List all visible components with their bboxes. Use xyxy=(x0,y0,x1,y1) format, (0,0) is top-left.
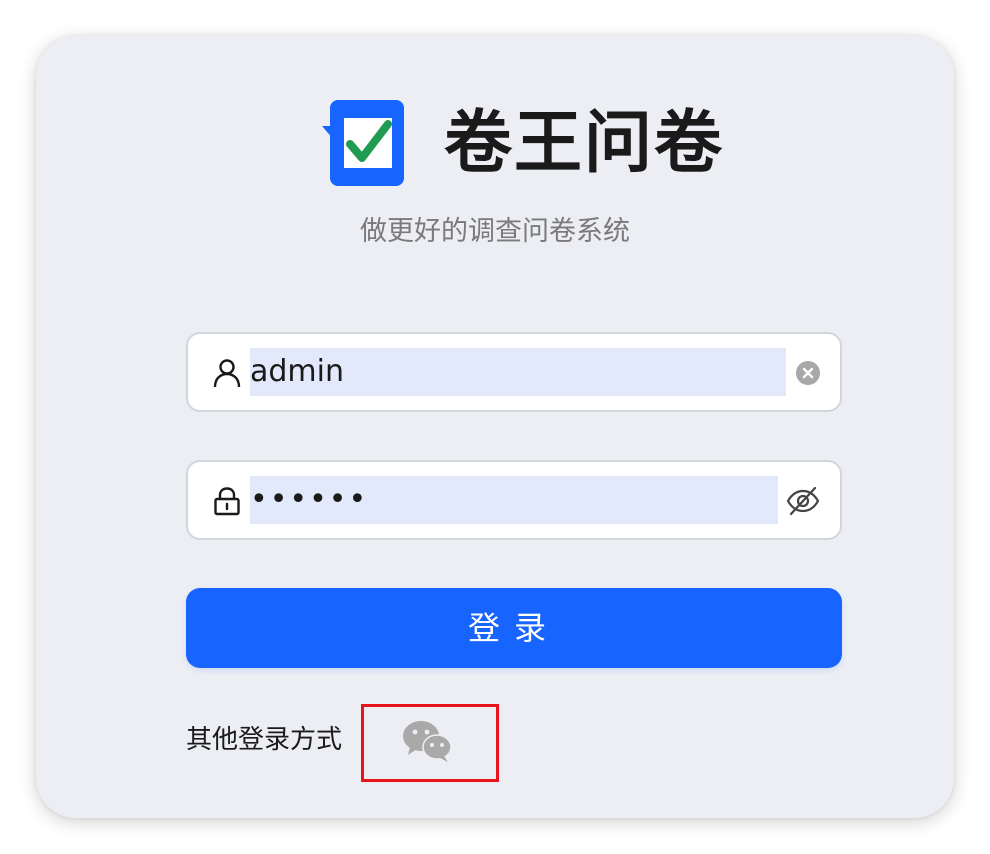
app-subtitle: 做更好的调查问卷系统 xyxy=(360,216,630,247)
password-field[interactable]: •••••• xyxy=(186,460,842,540)
wechat-icon[interactable] xyxy=(402,720,452,762)
username-input[interactable]: admin xyxy=(250,348,786,396)
password-input[interactable]: •••••• xyxy=(250,476,778,524)
brand-header: 卷王问卷 xyxy=(322,100,724,188)
other-login-label: 其他登录方式 xyxy=(186,725,343,755)
username-field[interactable]: admin xyxy=(186,332,842,412)
user-icon xyxy=(213,359,241,388)
eye-off-icon[interactable] xyxy=(786,484,820,518)
lock-icon xyxy=(214,487,240,516)
checklist-logo-icon xyxy=(322,100,404,186)
app-title: 卷王问卷 xyxy=(444,104,725,183)
clear-icon[interactable] xyxy=(796,361,820,385)
login-button[interactable]: 登录 xyxy=(186,588,842,668)
